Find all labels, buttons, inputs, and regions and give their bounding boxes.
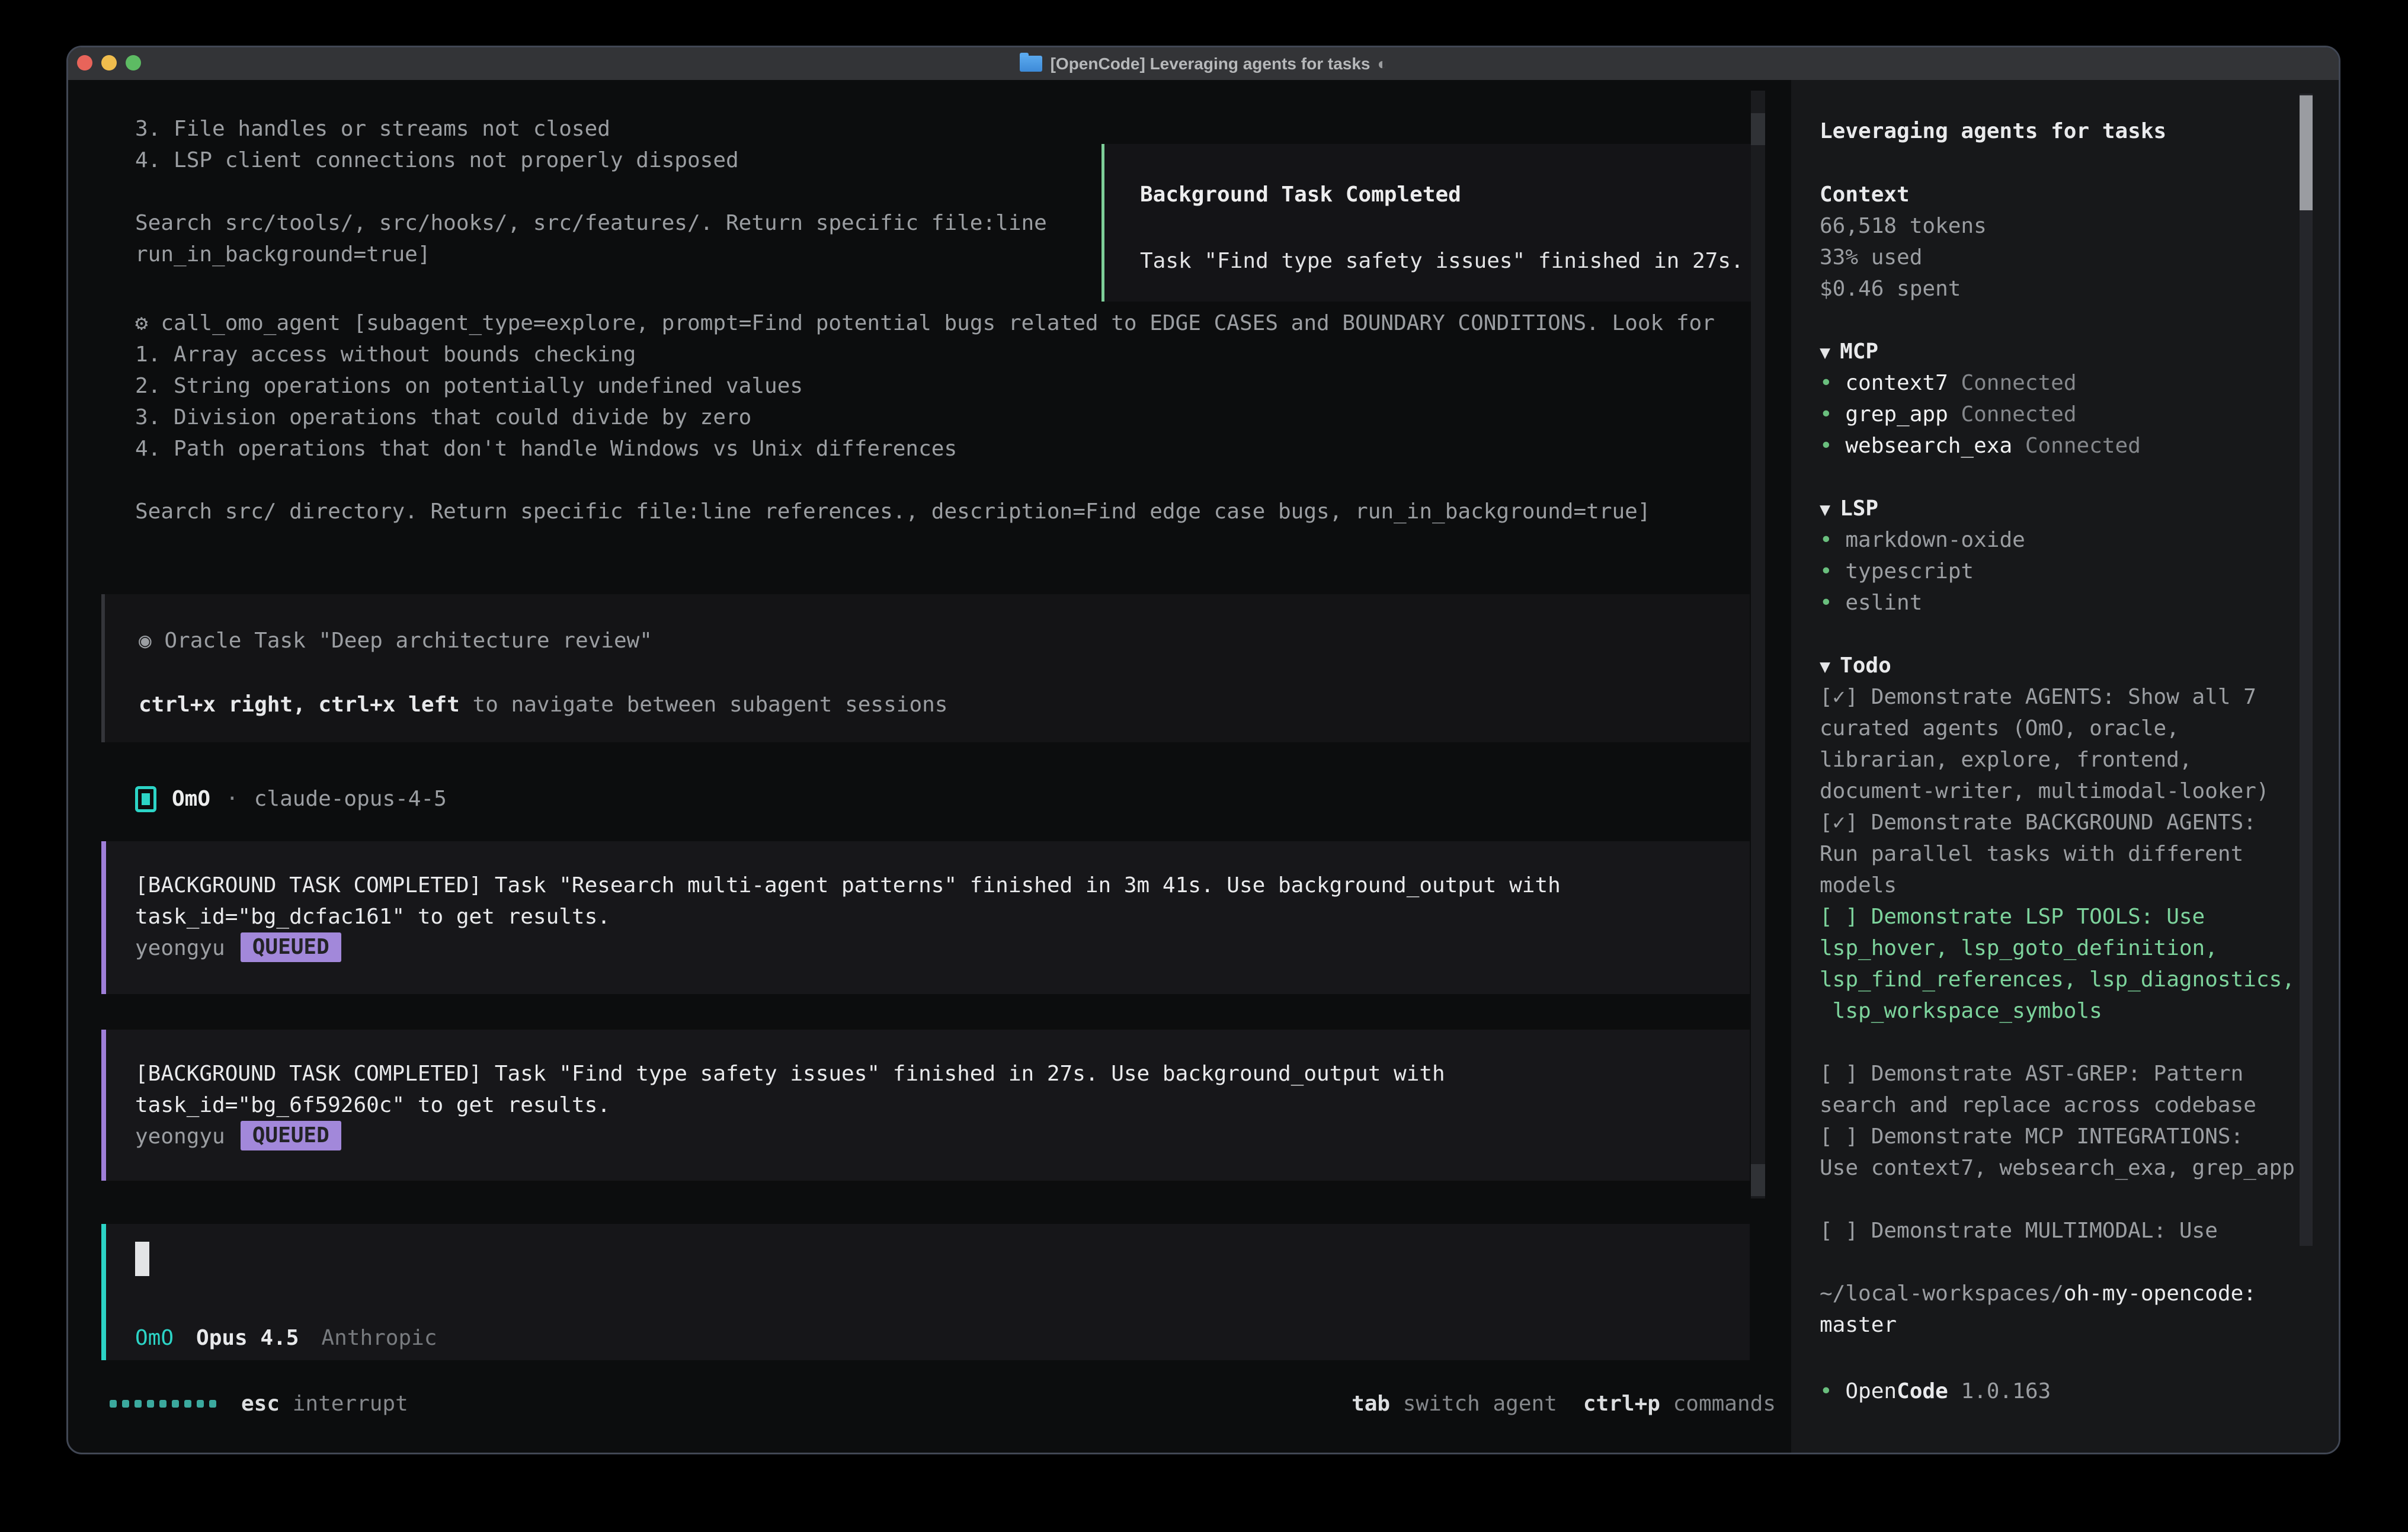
todo-line: document-writer, multimodal-looker) (1820, 775, 2269, 807)
context-tokens: 66,518 tokens (1820, 210, 1987, 242)
toast-title: Background Task Completed (1140, 179, 1461, 210)
lsp-item: • eslint (1820, 587, 1922, 618)
status-badge: QUEUED (241, 1121, 341, 1150)
session-progress-icon: ◐ (1377, 55, 1387, 73)
workspace-branch: master (1820, 1309, 1897, 1341)
message-author: yeongyu (135, 936, 225, 960)
tool-call-line: ⚙ call_omo_agent [subagent_type=explore,… (135, 307, 1715, 339)
spinner-dots (110, 1400, 216, 1408)
oracle-task-header: ◉ Oracle Task "Deep architecture review" (139, 625, 652, 656)
omo-agent-icon (135, 786, 156, 812)
message-card: [BACKGROUND TASK COMPLETED] Task "Find t… (101, 1030, 1750, 1181)
todo-section-header[interactable]: ▼Todo (1820, 650, 1891, 681)
chat-line: Search src/tools/, src/hooks/, src/featu… (135, 207, 1047, 239)
todo-line: models (1820, 870, 1897, 901)
todo-line-active: lsp_workspace_symbols (1820, 995, 2102, 1027)
toast-body: Task "Find type safety issues" finished … (1140, 245, 1744, 277)
statusbar-commands-hint: ctrl+p commands (1583, 1388, 1776, 1419)
session-sidebar: Leveraging agents for tasks Context 66,5… (1791, 80, 2340, 1454)
message-line: [BACKGROUND TASK COMPLETED] Task "Resear… (135, 870, 1561, 901)
oracle-task-panel: ◉ Oracle Task "Deep architecture review"… (101, 594, 1750, 742)
chat-line: 3. File handles or streams not closed (135, 113, 610, 145)
workspace-path: ~/local-workspaces/oh-my-opencode: (1820, 1278, 2256, 1309)
gear-icon: ⚙ (135, 311, 148, 335)
todo-line: [ ] Demonstrate MCP INTEGRATIONS: (1820, 1121, 2243, 1152)
oracle-shortcut-hint: ctrl+x right, ctrl+x left to navigate be… (139, 689, 947, 720)
tool-call-footer: Search src/ directory. Return specific f… (135, 496, 1651, 527)
message-line: [BACKGROUND TASK COMPLETED] Task "Find t… (135, 1058, 1445, 1089)
mcp-item: • context7 Connected (1820, 367, 2077, 399)
context-spent: $0.46 spent (1820, 273, 1961, 305)
todo-line: [✓] Demonstrate BACKGROUND AGENTS: (1820, 807, 2256, 838)
statusbar-switch-agent-hint: tab switch agent (1352, 1388, 1557, 1419)
message-author: yeongyu (135, 1124, 225, 1149)
chat-scrollbar-thumb[interactable] (1751, 1164, 1765, 1196)
message-meta-row: yeongyu QUEUED (135, 1121, 341, 1152)
window-title: [OpenCode] Leveraging agents for tasks (1051, 55, 1370, 73)
todo-line-active: lsp_hover, lsp_goto_definition, (1820, 932, 2218, 964)
message-line: task_id="bg_6f59260c" to get results. (135, 1089, 610, 1121)
todo-line: Use context7, websearch_exa, grep_app (1820, 1152, 2295, 1184)
chevron-down-icon: ▼ (1820, 499, 1830, 520)
input-model-row: OmO Opus 4.5 Anthropic (135, 1322, 437, 1354)
todo-line: librarian, explore, frontend, (1820, 744, 2192, 775)
message-meta-row: yeongyu QUEUED (135, 932, 341, 964)
mcp-section-header[interactable]: ▼MCP (1820, 336, 1878, 367)
context-header: Context (1820, 179, 1910, 210)
sidebar-scrollbar[interactable] (2300, 94, 2313, 1246)
agent-separator: · (226, 787, 239, 811)
lsp-item: • typescript (1820, 556, 1974, 587)
message-line: task_id="bg_dcfac161" to get results. (135, 901, 610, 932)
notification-toast: Background Task Completed Task "Find typ… (1101, 144, 1760, 302)
lsp-section-header[interactable]: ▼LSP (1820, 493, 1878, 524)
tool-call-item: 2. String operations on potentially unde… (135, 370, 803, 402)
agent-name: OmO (172, 787, 210, 811)
mcp-item: • websearch_exa Connected (1820, 430, 2141, 461)
todo-line: [ ] Demonstrate AST-GREP: Pattern (1820, 1058, 2243, 1089)
message-card: [BACKGROUND TASK COMPLETED] Task "Resear… (101, 841, 1750, 994)
todo-line-active: [ ] Demonstrate LSP TOOLS: Use (1820, 901, 2205, 932)
lsp-item: • markdown-oxide (1820, 524, 2025, 556)
prompt-input[interactable]: OmO Opus 4.5 Anthropic (101, 1224, 1750, 1360)
todo-line-active: lsp_find_references, lsp_diagnostics, (1820, 964, 2295, 995)
title-bar: [OpenCode] Leveraging agents for tasks ◐ (68, 47, 2339, 80)
folder-icon (1020, 56, 1042, 72)
todo-line: Run parallel tasks with different (1820, 838, 2243, 870)
chat-line: run_in_background=true] (135, 239, 431, 270)
chat-line: 4. LSP client connections not properly d… (135, 145, 739, 176)
input-model-name: Opus 4.5 (196, 1322, 299, 1354)
todo-line: curated agents (OmO, oracle, (1820, 713, 2179, 744)
minimize-button[interactable] (101, 55, 117, 70)
input-agent-name: OmO (135, 1322, 174, 1354)
statusbar-right-hints: tab switch agent ctrl+p commands (1352, 1388, 1776, 1419)
status-badge: QUEUED (241, 932, 341, 962)
todo-line: search and replace across codebase (1820, 1089, 2256, 1121)
statusbar-interrupt-hint: esc interrupt (241, 1388, 408, 1419)
sidebar-scrollbar-thumb[interactable] (2300, 95, 2313, 210)
sidebar-session-title: Leveraging agents for tasks (1820, 116, 2166, 147)
chevron-down-icon: ▼ (1820, 656, 1830, 677)
tool-call-item: 1. Array access without bounds checking (135, 339, 636, 370)
tool-call-item: 4. Path operations that don't handle Win… (135, 433, 957, 464)
chat-scrollbar[interactable] (1751, 91, 1765, 1198)
todo-line: [ ] Demonstrate MULTIMODAL: Use (1820, 1215, 2218, 1246)
mcp-item: • grep_app Connected (1820, 399, 2077, 430)
input-provider-name: Anthropic (321, 1322, 437, 1354)
app-window: [OpenCode] Leveraging agents for tasks ◐… (66, 46, 2340, 1454)
record-icon: ◉ (139, 629, 152, 653)
text-cursor (135, 1242, 149, 1276)
chevron-down-icon: ▼ (1820, 342, 1830, 363)
context-used: 33% used (1820, 242, 1922, 273)
traffic-lights (77, 55, 141, 70)
version-row: • OpenCode 1.0.163 (1820, 1376, 2051, 1407)
close-button[interactable] (77, 55, 92, 70)
agent-header-row: OmO · claude-opus-4-5 (135, 783, 447, 815)
agent-model: claude-opus-4-5 (254, 787, 447, 811)
chat-scrollbar-thumb[interactable] (1751, 113, 1765, 145)
tool-call-item: 3. Division operations that could divide… (135, 402, 751, 433)
todo-line: [✓] Demonstrate AGENTS: Show all 7 (1820, 681, 2256, 713)
zoom-button[interactable] (126, 55, 141, 70)
